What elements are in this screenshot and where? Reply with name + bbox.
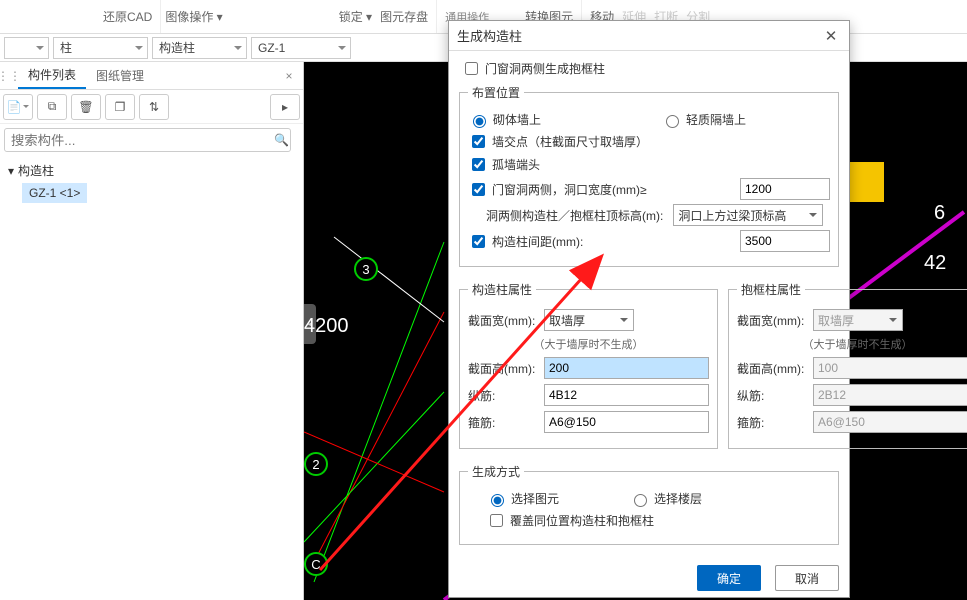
image-ops-btn[interactable]: 图像操作 ▾ [165,8,222,25]
spacing-input[interactable] [740,230,830,252]
group-gen-mode: 生成方式 选择图元 选择楼层 覆盖同位置构造柱和抱框柱 [459,463,839,545]
chk-opening-both-sides[interactable]: 门窗洞两侧生成抱框柱 [461,59,839,78]
copy-btn[interactable]: ⧉ [37,94,67,120]
dim-42: 42 [924,252,946,275]
ok-button[interactable]: 确定 [697,565,761,591]
dropdown-column[interactable]: 柱 [53,37,148,59]
lock-btn[interactable]: 锁定 ▾ [339,8,372,25]
search-input[interactable] [4,128,291,152]
rb-select-elements[interactable]: 选择图元 [486,490,559,507]
dim-6: 6 [934,202,945,225]
restore-cad-btn[interactable]: 还原CAD [103,8,152,25]
group-gz-props: 构造柱属性 截面宽(mm): 取墙厚 （大于墙厚时不生成） 截面高(mm): 纵… [459,281,718,449]
new-component-btn[interactable]: 📄 [3,94,33,120]
tree-item-gz1[interactable]: GZ-1 <1> [22,183,87,203]
rb-select-floor[interactable]: 选择楼层 [629,490,702,507]
group-bk-props: 抱框柱属性 截面宽(mm): 取墙厚 （大于墙厚时不生成） 截面高(mm): 纵… [728,281,967,449]
opening-width-input[interactable] [740,178,830,200]
layer-btn[interactable]: 图元存盘 [380,8,428,25]
duplicate-btn[interactable]: ❐ [105,94,135,120]
chk-spacing[interactable]: 构造柱间距(mm): [468,232,583,251]
generate-constr-column-dialog: 生成构造柱 ✕ 门窗洞两侧生成抱框柱 布置位置 砌体墙上 轻质隔墙上 墙交点（柱… [448,20,850,598]
gz-width-select[interactable]: 取墙厚 [544,309,634,331]
tab-drawings[interactable]: 图纸管理 [86,62,154,89]
between-floor-btn[interactable]: ⇅ [139,94,169,120]
chk-overwrite[interactable]: 覆盖同位置构造柱和抱框柱 [486,511,654,530]
panel-close-icon[interactable]: × [275,69,303,83]
cancel-button[interactable]: 取消 [775,565,839,591]
bk-width-select: 取墙厚 [813,309,903,331]
top-elev-select[interactable]: 洞口上方过梁顶标高 [673,204,823,226]
tree-root-constr-col[interactable]: ▾ 构造柱 [8,162,295,179]
dialog-title: 生成构造柱 [457,26,522,45]
bk-stirrup-input [813,411,967,433]
bk-height-input [813,357,967,379]
gz-height-input[interactable] [544,357,709,379]
left-panel: ⋮⋮ 构件列表 图纸管理 × 📄 ⧉ 🗑 ❐ ⇅ ▸ 🔍 ▾ 构造柱 GZ-1 … [0,62,304,600]
dropdown-constr-col[interactable]: 构造柱 [152,37,247,59]
bk-vertbar-input [813,384,967,406]
top-elev-label: 洞两侧构造柱／抱框柱顶标高(m): [486,207,663,224]
panel-drag-icon[interactable]: ⋮⋮ [0,69,18,83]
tree-collapse-icon[interactable]: ▾ [8,164,14,178]
search-icon[interactable]: 🔍 [274,133,289,147]
chk-opening-rule[interactable]: 门窗洞两侧，洞口宽度(mm)≥ [468,180,647,199]
gz-stirrup-input[interactable] [544,411,709,433]
delete-btn[interactable]: 🗑 [71,94,101,120]
gz-vertbar-input[interactable] [544,384,709,406]
dropdown-gz1[interactable]: GZ-1 [251,37,351,59]
node-2: 2 [304,452,328,476]
dim-4200: 4200 [304,315,349,338]
rb-light-wall[interactable]: 轻质隔墙上 [661,111,746,128]
chk-intersection[interactable]: 墙交点（柱截面尺寸取墙厚） [468,132,648,151]
group-placement: 布置位置 砌体墙上 轻质隔墙上 墙交点（柱截面尺寸取墙厚） 孤墙端头 门窗洞两侧… [459,84,839,267]
dropdown-empty[interactable] [4,37,49,59]
node-c: C [304,552,328,576]
rb-masonry-wall[interactable]: 砌体墙上 [468,111,541,128]
dialog-close-btn[interactable]: ✕ [821,27,841,45]
tab-components[interactable]: 构件列表 [18,62,86,89]
node-3: 3 [354,257,378,281]
more-icon[interactable]: ▸ [270,94,300,120]
chk-wall-end[interactable]: 孤墙端头 [468,155,540,174]
